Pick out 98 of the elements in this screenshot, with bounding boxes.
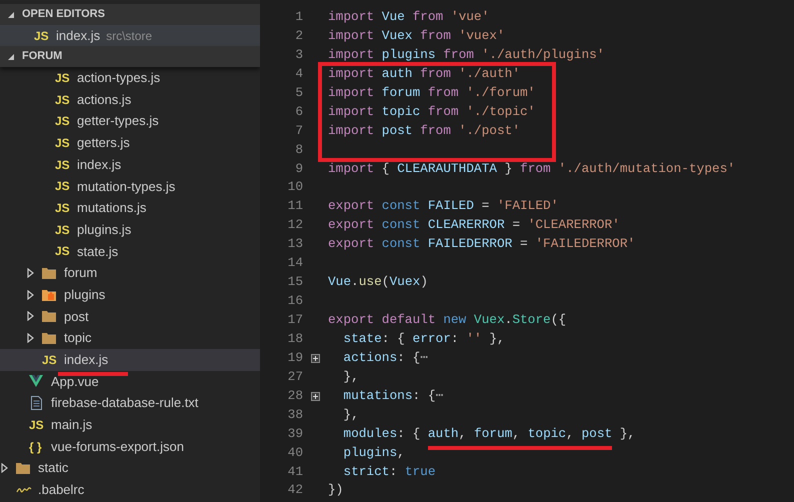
braces-file-icon: { }	[29, 438, 47, 456]
section-header[interactable]: FORUM	[0, 46, 260, 67]
line-number: 11	[286, 197, 303, 216]
file-item[interactable]: JS getters.js	[0, 132, 260, 154]
line-number: 15	[286, 273, 303, 292]
line-number: 5	[294, 84, 303, 102]
js-file-icon: JS	[55, 68, 73, 87]
file-item[interactable]: JS main.js	[0, 414, 260, 436]
folder-item[interactable]: forum	[0, 262, 260, 284]
line-number: 12	[286, 216, 303, 234]
code-line: import Vuex from 'vuex'	[328, 26, 505, 45]
line-number: 6	[294, 102, 303, 121]
file-item[interactable]: JS plugins.js	[0, 218, 260, 240]
js-file-icon: JS	[55, 198, 73, 217]
code-line: import Vue from 'vue'	[328, 8, 490, 26]
code-line: export const FAILED = 'FAILED'	[328, 197, 558, 216]
line-number: 42	[286, 481, 303, 500]
code-line: export const FAILEDERROR = 'FAILEDERROR'	[328, 235, 636, 254]
collapsed-caret-icon	[26, 268, 36, 278]
line-number: 28	[286, 386, 303, 405]
file-item[interactable]: JS actions.js	[0, 88, 260, 110]
folder-item[interactable]: plugins	[0, 284, 260, 306]
js-file-icon: JS	[42, 350, 60, 369]
line-number: 17	[286, 311, 303, 329]
folder-item[interactable]: static	[0, 457, 260, 480]
line-number: 13	[286, 235, 303, 254]
code-line: actions: {⋯	[342, 348, 428, 367]
puzzle-folder-icon	[42, 288, 56, 301]
line-number: 7	[294, 122, 303, 140]
line-number: 2	[294, 26, 303, 45]
js-file-icon: JS	[55, 134, 73, 152]
code-line: import post from './post'	[328, 122, 520, 140]
collapsed-caret-icon	[26, 290, 36, 300]
collapsed-caret-icon	[26, 333, 36, 344]
js-file-icon: JS	[55, 90, 73, 109]
file-item[interactable]: JS mutations.js	[0, 197, 260, 219]
code-line: },	[342, 406, 359, 424]
folder-item[interactable]: topic	[0, 327, 260, 349]
code-line: import auth from './auth'	[328, 64, 520, 83]
code-line: },	[342, 368, 359, 386]
js-file-icon: JS	[55, 177, 73, 196]
line-number: 14	[286, 254, 303, 272]
line-number: 40	[286, 444, 303, 462]
folder-icon	[42, 310, 56, 322]
line-number: 9	[294, 160, 303, 178]
code-line: import topic from './topic'	[328, 102, 536, 121]
js-file-icon: JS	[29, 416, 47, 434]
file-item[interactable]: firebase-database-rule.txt	[0, 392, 260, 414]
js-file-icon: JS	[55, 112, 73, 130]
script-logo-icon	[16, 486, 32, 494]
section-header[interactable]: OPEN EDITORS	[0, 4, 260, 25]
code-line: strict: true	[342, 462, 436, 480]
line-number: 1	[294, 8, 303, 26]
line-number: 38	[286, 406, 303, 424]
line-number: 3	[294, 46, 303, 64]
code-line: export const CLEARERROR = 'CLEARERROR'	[328, 216, 620, 234]
code-line: import forum from './forum'	[328, 84, 536, 102]
expand-plus-icon[interactable]	[311, 354, 320, 363]
file-item[interactable]: JS index.js	[0, 154, 260, 176]
folder-icon	[42, 267, 56, 280]
line-number: 4	[294, 64, 303, 83]
line-number: 41	[286, 462, 303, 480]
code-line: import { CLEARAUTHDATA } from './auth/mutation-types'	[328, 160, 736, 178]
line-number: 8	[294, 140, 303, 159]
document-icon	[31, 396, 42, 410]
file-item[interactable]: { } vue-forums-export.json	[0, 436, 260, 458]
file-item[interactable]: JS state.js	[0, 240, 260, 262]
file-item[interactable]: App.vue	[0, 370, 260, 392]
js-file-icon: JS	[55, 156, 73, 174]
line-number: 39	[286, 424, 303, 443]
code-line: modules: { auth, forum, topic, post },	[328, 424, 636, 444]
line-number: 10	[286, 178, 303, 196]
collapsed-caret-icon	[0, 463, 10, 474]
file-item[interactable]: JS mutation-types.js	[0, 175, 260, 198]
code-line: state: { error: '' },	[342, 330, 505, 348]
code-line: import plugins from './auth/plugins'	[328, 46, 604, 64]
code-line: Vue.use(Vuex)	[328, 273, 428, 292]
code-line: export default new Vuex.Store({	[328, 311, 566, 329]
expand-plus-icon[interactable]	[311, 392, 320, 401]
v-logo-icon	[29, 375, 43, 388]
line-number: 19	[286, 348, 303, 367]
code-line: mutations: {⋯	[342, 386, 444, 405]
line-number: 18	[286, 330, 303, 348]
js-file-icon: JS	[55, 242, 73, 260]
collapsed-caret-icon	[26, 311, 36, 322]
code-line: plugins,	[342, 444, 405, 462]
file-item[interactable]: JS getter-types.js	[0, 110, 260, 132]
file-item[interactable]: .babelrc	[0, 479, 260, 501]
folder-icon	[16, 462, 30, 474]
folder-icon	[42, 332, 56, 344]
open-editor-item[interactable]: JS index.js src\store	[0, 25, 260, 46]
file-item[interactable]: JS action-types.js	[0, 67, 260, 89]
line-number: 16	[286, 292, 303, 310]
js-file-icon: JS	[55, 220, 73, 239]
code-line: })	[328, 481, 344, 500]
line-number: 27	[286, 368, 303, 386]
folder-item[interactable]: post	[0, 306, 260, 328]
js-file-icon: JS	[34, 26, 52, 44]
